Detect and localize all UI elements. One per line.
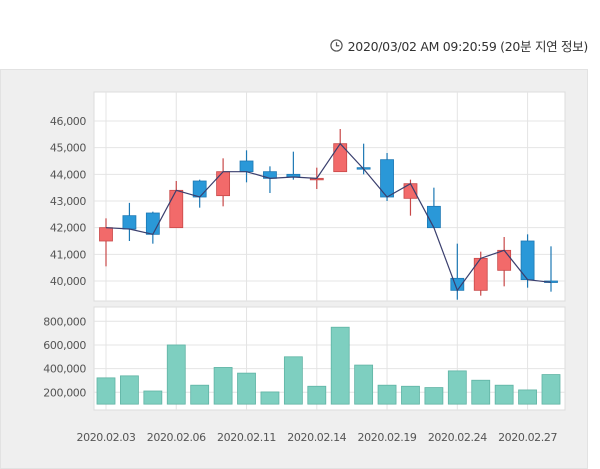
candle-body <box>497 249 512 271</box>
volume-bar <box>494 384 514 405</box>
candle-body <box>99 227 113 242</box>
candle-body <box>169 189 184 229</box>
volume-axis-tick: 600,000 <box>43 339 86 352</box>
candle-body <box>216 171 231 197</box>
date-axis-tick: 2020.02.24 <box>428 431 487 444</box>
price-axis-tick: 46,000 <box>50 115 86 128</box>
volume-bar <box>330 326 350 405</box>
volume-bar <box>190 384 210 405</box>
volume-bar <box>143 390 163 405</box>
volume-axis-tick: 400,000 <box>43 363 86 376</box>
volume-bar <box>354 364 374 405</box>
candle-body <box>122 215 137 230</box>
volume-bar <box>213 367 233 405</box>
date-axis-tick: 2020.02.03 <box>77 431 136 444</box>
date-axis-tick: 2020.02.19 <box>358 431 417 444</box>
price-axis-tick: 42,000 <box>50 222 86 235</box>
date-axis-tick: 2020.02.27 <box>498 431 557 444</box>
volume-bar <box>120 375 139 405</box>
date-axis-tick: 2020.02.14 <box>287 431 346 444</box>
date-axis-tick: 2020.02.11 <box>217 431 276 444</box>
price-axis-tick: 43,000 <box>50 195 86 208</box>
volume-bar <box>96 377 116 405</box>
volume-plot-area <box>93 306 566 411</box>
price-axis-tick: 45,000 <box>50 142 86 155</box>
volume-bar <box>307 385 327 405</box>
volume-bar <box>401 385 420 405</box>
volume-bar <box>260 391 280 405</box>
price-axis-tick: 41,000 <box>50 248 86 261</box>
candle-body <box>426 205 441 229</box>
volume-bar <box>447 370 467 405</box>
price-axis-tick: 40,000 <box>50 275 86 288</box>
volume-axis-tick: 200,000 <box>43 386 86 399</box>
volume-bar <box>541 374 561 405</box>
volume-axis-tick: 800,000 <box>43 315 86 328</box>
volume-bar <box>283 356 303 405</box>
volume-bar <box>237 372 256 405</box>
volume-bar <box>518 389 537 405</box>
candle-body <box>145 212 160 235</box>
date-axis-tick: 2020.02.06 <box>147 431 206 444</box>
price-axis-tick: 44,000 <box>50 168 86 181</box>
stock-chart[interactable]: 46,000 45,000 44,000 43,000 42,000 41,000 40,0… <box>0 0 600 469</box>
candle-body <box>192 180 207 198</box>
volume-bar <box>471 379 491 405</box>
price-plot-area <box>93 91 566 302</box>
candle-body <box>473 257 488 291</box>
volume-bar <box>166 344 186 405</box>
volume-bar <box>377 384 397 405</box>
candle-body <box>239 160 254 173</box>
volume-bar <box>424 387 444 405</box>
